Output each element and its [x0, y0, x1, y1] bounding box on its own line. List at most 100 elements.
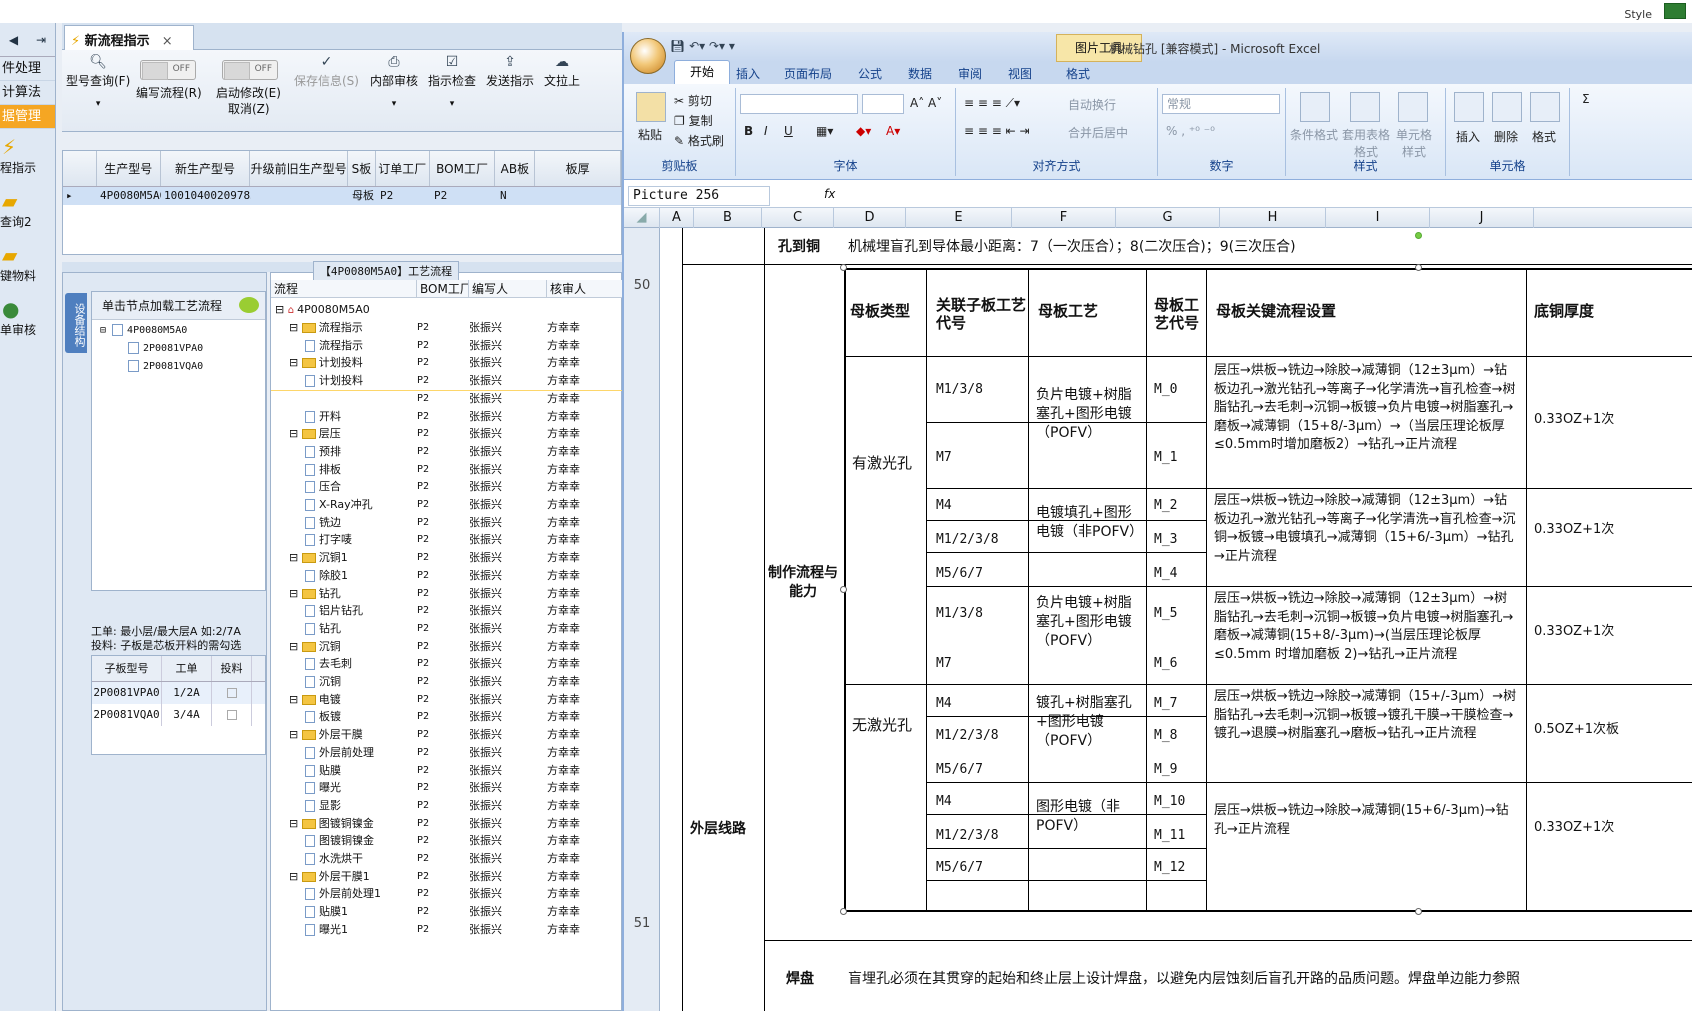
- instr-check-button[interactable]: ☑ 指示检查 ▾: [428, 54, 476, 109]
- table-row[interactable]: 2P0081VQA0 3/4A: [92, 704, 265, 726]
- process-row[interactable]: 曝光 P2 张振兴 方幸幸: [271, 779, 623, 797]
- conditional-format-button[interactable]: 条件格式: [1290, 126, 1338, 143]
- table-row[interactable]: ▸ 4P0080M5A0 10010400209785 母板 P2 P2 N: [63, 187, 621, 205]
- nav-big-1[interactable]: ⚡ 程指示: [0, 129, 55, 183]
- back-arrow-icon[interactable]: ◀: [9, 33, 18, 47]
- process-row[interactable]: 水洗烘干 P2 张振兴 方幸幸: [271, 850, 623, 868]
- checkbox[interactable]: [226, 688, 237, 698]
- table-format-icon[interactable]: [1350, 92, 1380, 122]
- process-row[interactable]: 计划投料 P2 张振兴 方幸幸: [271, 372, 623, 390]
- paste-icon[interactable]: [636, 92, 666, 122]
- close-icon[interactable]: ×: [162, 34, 173, 49]
- column-header[interactable]: C: [762, 208, 834, 228]
- col-header[interactable]: 升级前旧生产型号: [250, 151, 348, 186]
- font-name-combo[interactable]: [740, 94, 858, 114]
- underline-button[interactable]: U: [784, 124, 793, 138]
- process-row[interactable]: 钻孔 P2 张振兴 方幸幸: [271, 620, 623, 638]
- process-row[interactable]: X-Ray冲孔 P2 张振兴 方幸幸: [271, 496, 623, 514]
- italic-button[interactable]: I: [764, 124, 768, 138]
- col-header[interactable]: 订单工厂: [376, 151, 430, 186]
- table-row[interactable]: 2P0081VPA0 1/2A: [92, 682, 265, 704]
- office-button[interactable]: [630, 38, 666, 74]
- process-row[interactable]: 曝光1 P2 张振兴 方幸幸: [271, 921, 623, 939]
- tree-node[interactable]: 2P0081VPA0: [92, 340, 265, 358]
- resize-handle[interactable]: [840, 264, 847, 271]
- column-header[interactable]: A: [660, 208, 694, 228]
- process-row[interactable]: 铣边 P2 张振兴 方幸幸: [271, 514, 623, 532]
- resize-handle[interactable]: [840, 908, 847, 915]
- rotate-handle[interactable]: [1415, 232, 1422, 239]
- process-row[interactable]: 显影 P2 张振兴 方幸幸: [271, 797, 623, 815]
- nav-item-3[interactable]: 据管理: [0, 105, 55, 129]
- process-row[interactable]: ⊟ 开料P2张振兴方幸幸: [271, 389, 623, 405]
- row-number[interactable]: 50: [624, 278, 660, 293]
- nav-item-2[interactable]: 计算法: [0, 81, 55, 105]
- column-header[interactable]: E: [906, 208, 1012, 228]
- border-icon[interactable]: ▦▾: [816, 124, 833, 138]
- column-header[interactable]: H: [1220, 208, 1326, 228]
- tab-insert[interactable]: 插入: [736, 65, 760, 82]
- nav-big-3[interactable]: ▰ 键物料: [0, 237, 55, 291]
- customize-icon[interactable]: ▾: [729, 39, 735, 53]
- resize-handle[interactable]: [1415, 264, 1422, 271]
- bold-button[interactable]: B: [744, 124, 753, 138]
- process-row[interactable]: 去毛刺 P2 张振兴 方幸幸: [271, 655, 623, 673]
- process-row[interactable]: ⊟ 图镀铜镍金 P2 张振兴 方幸幸: [271, 815, 623, 833]
- redo-icon[interactable]: ↷▾: [709, 39, 725, 53]
- format-cells-icon[interactable]: [1530, 92, 1560, 122]
- align-top-icon[interactable]: ≡ ≡ ≡ ⟋▾: [964, 96, 1020, 111]
- file-upload-button[interactable]: ☁ 文拉上: [544, 54, 580, 89]
- nav-big-2[interactable]: ▰ 查询2: [0, 183, 55, 237]
- tab-format[interactable]: 格式: [1066, 65, 1090, 82]
- column-header[interactable]: G: [1116, 208, 1220, 228]
- process-row[interactable]: ⊟ 电镀 P2 张振兴 方幸幸: [271, 691, 623, 709]
- tab-view[interactable]: 视图: [1008, 65, 1032, 82]
- fill-color-icon[interactable]: ◆▾: [856, 124, 871, 138]
- name-box[interactable]: Picture 256: [628, 186, 770, 206]
- checkbox[interactable]: [226, 710, 237, 720]
- percent-icon[interactable]: % , ⁺⁰ ⁻⁰: [1166, 124, 1215, 138]
- cancel-label[interactable]: 取消(Z): [228, 100, 270, 117]
- excel-app-icon[interactable]: [1664, 3, 1686, 19]
- undo-icon[interactable]: ↶▾: [689, 39, 705, 53]
- cell-style-button[interactable]: 单元格样式: [1394, 126, 1434, 160]
- process-row[interactable]: 外层前处理1 P2 张振兴 方幸幸: [271, 885, 623, 903]
- process-row[interactable]: ⊟ 钻孔 P2 张振兴 方幸幸: [271, 585, 623, 603]
- align-left-icon[interactable]: ≡ ≡ ≡ ⇤ ⇥: [964, 124, 1030, 138]
- cell-style-icon[interactable]: [1398, 92, 1428, 122]
- process-row[interactable]: 外层前处理 P2 张振兴 方幸幸: [271, 744, 623, 762]
- fx-icon[interactable]: fx: [824, 187, 835, 201]
- resize-handle[interactable]: [840, 586, 847, 593]
- tab-data[interactable]: 数据: [908, 65, 932, 82]
- process-row[interactable]: ⊟ 外层干膜1 P2 张振兴 方幸幸: [271, 868, 623, 886]
- process-row[interactable]: 压合 P2 张振兴 方幸幸: [271, 478, 623, 496]
- format-button[interactable]: 格式: [1532, 128, 1556, 145]
- tab-layout[interactable]: 页面布局: [784, 65, 832, 82]
- style-label[interactable]: Style: [1624, 8, 1652, 21]
- font-size-combo[interactable]: [862, 94, 904, 114]
- process-row[interactable]: 板镀 P2 张振兴 方幸幸: [271, 708, 623, 726]
- process-row[interactable]: ⊟ 沉铜1 P2 张振兴 方幸幸: [271, 549, 623, 567]
- insert-button[interactable]: 插入: [1456, 128, 1480, 145]
- col-header[interactable]: 板厚: [535, 151, 621, 186]
- tab-new-flow[interactable]: ⚡ 新流程指示 ×: [64, 25, 194, 50]
- table-format-button[interactable]: 套用表格格式: [1340, 126, 1392, 160]
- nav-big-4[interactable]: ● 单审核: [0, 291, 55, 345]
- process-row[interactable]: 预排 P2 张振兴 方幸幸: [271, 443, 623, 461]
- font-color-icon[interactable]: A▾: [886, 124, 900, 138]
- paste-button[interactable]: 粘贴: [638, 126, 662, 143]
- process-row[interactable]: ⊟ 沉铜 P2 张振兴 方幸幸: [271, 638, 623, 656]
- row-number[interactable]: 51: [624, 916, 660, 931]
- delete-cells-icon[interactable]: [1492, 92, 1522, 122]
- process-row[interactable]: 打字唛 P2 张振兴 方幸幸: [271, 531, 623, 549]
- select-all-button[interactable]: ◢: [624, 208, 660, 228]
- col-header[interactable]: S板: [348, 151, 376, 186]
- column-header[interactable]: D: [834, 208, 906, 228]
- column-header[interactable]: F: [1012, 208, 1116, 228]
- process-row[interactable]: 沉铜 P2 张振兴 方幸幸: [271, 673, 623, 691]
- process-row[interactable]: ⊟ 流程指示 P2 张振兴 方幸幸: [271, 319, 623, 337]
- process-row[interactable]: 开料 P2 张振兴 方幸幸: [271, 408, 623, 426]
- font-grow-icon[interactable]: A˄ A˅: [910, 96, 942, 110]
- format-painter-button[interactable]: ✎ 格式刷: [674, 132, 724, 149]
- sheet-cells[interactable]: 孔到铜 机械埋盲孔到导体最小距离：7（一次压合）；8(二次压合)；9(三次压合) 制…: [660, 228, 1692, 1011]
